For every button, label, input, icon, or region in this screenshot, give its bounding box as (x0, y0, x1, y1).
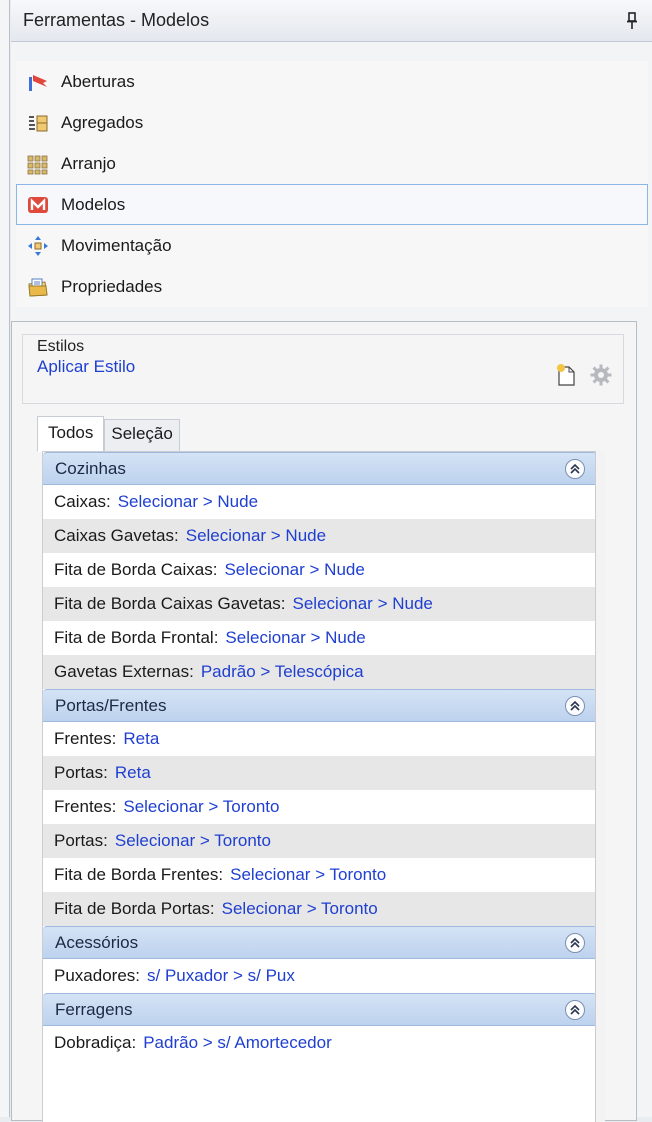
collapse-chevron-icon[interactable] (565, 695, 585, 716)
pin-icon[interactable] (624, 11, 640, 31)
collapse-chevron-icon[interactable] (565, 999, 585, 1020)
property-value-link[interactable]: Selecionar > Toronto (123, 797, 279, 817)
property-value-link[interactable]: Selecionar > Toronto (115, 831, 271, 851)
group-title: Portas/Frentes (55, 695, 167, 715)
movimentacao-icon (27, 235, 49, 257)
property-value-link[interactable]: Selecionar > Nude (225, 628, 365, 648)
group-acessorios: Acessórios Puxadores: s/ Puxador > s/ Pux (43, 926, 595, 993)
property-row: Gavetas Externas: Padrão > Telescópica (43, 655, 595, 689)
estilos-toolbar (555, 363, 613, 392)
tool-nav-list: Aberturas Agregados Arranjo Modelos Movi… (11, 61, 652, 307)
panel-titlebar: Ferramentas - Modelos (11, 0, 652, 42)
property-value-link[interactable]: Selecionar > Nude (186, 526, 326, 546)
nav-label: Arranjo (61, 153, 116, 173)
collapse-chevron-icon[interactable] (565, 458, 585, 479)
property-value-link[interactable]: Reta (123, 729, 159, 749)
property-row: Puxadores: s/ Puxador > s/ Pux (43, 959, 595, 993)
content-pane: Estilos Aplicar Estilo Todos Seleção Coz… (11, 321, 637, 1122)
property-row: Fita de Borda Frentes: Selecionar > Toron… (43, 858, 595, 892)
left-dock-strip (0, 0, 10, 1117)
nav-label: Aberturas (61, 71, 135, 91)
gear-icon[interactable] (589, 363, 613, 392)
modelos-icon (27, 194, 49, 216)
property-row: Dobradiça: Padrão > s/ Amortecedor (43, 1026, 595, 1060)
property-value-link[interactable]: Reta (115, 763, 151, 783)
property-row: Caixas: Selecionar > Nude (43, 485, 595, 519)
property-value-link[interactable]: Padrão > Telescópica (201, 662, 364, 682)
property-row: Fita de Borda Caixas Gavetas: Selecionar … (43, 587, 595, 621)
nav-label: Modelos (61, 194, 126, 214)
group-title: Acessórios (55, 932, 139, 952)
property-key: Fita de Borda Caixas: (54, 560, 218, 579)
group-cozinhas: Cozinhas Caixas: Selecionar > Nude Caixas… (43, 452, 595, 689)
collapse-chevron-icon[interactable] (565, 932, 585, 953)
property-row: Fita de Borda Frontal: Selecionar > Nude (43, 621, 595, 655)
property-row: Fita de Borda Caixas: Selecionar > Nude (43, 553, 595, 587)
property-row: Frentes: Selecionar > Toronto (43, 790, 595, 824)
nav-item-propriedades[interactable]: Propriedades (16, 266, 648, 307)
group-ferragens: Ferragens Dobradiça: Padrão > s/ Amortece… (43, 993, 595, 1060)
tab-selecao[interactable]: Seleção (104, 419, 180, 452)
property-key: Dobradiça: (54, 1033, 137, 1052)
nav-label: Propriedades (61, 276, 163, 296)
property-key: Caixas Gavetas: (54, 526, 179, 545)
group-title: Ferragens (55, 999, 133, 1019)
aberturas-icon (27, 71, 49, 93)
agregados-icon (27, 112, 49, 134)
group-portas-frentes: Portas/Frentes Frentes: Reta Portas: Reta … (43, 689, 595, 926)
tab-strip: Todos Seleção (37, 416, 180, 452)
nav-item-arranjo[interactable]: Arranjo (16, 143, 648, 184)
property-row: Frentes: Reta (43, 722, 595, 756)
property-value-link[interactable]: Selecionar > Nude (224, 560, 364, 580)
aplicar-estilo-link[interactable]: Aplicar Estilo (37, 357, 135, 377)
group-header[interactable]: Ferragens (43, 993, 595, 1026)
property-row: Portas: Selecionar > Toronto (43, 824, 595, 858)
property-row: Fita de Borda Portas: Selecionar > Toront… (43, 892, 595, 926)
property-row: Caixas Gavetas: Selecionar > Nude (43, 519, 595, 553)
todos-tab-pane: Cozinhas Caixas: Selecionar > Nude Caixas… (42, 451, 596, 1122)
property-key: Portas: (54, 763, 108, 782)
nav-item-aberturas[interactable]: Aberturas (16, 61, 648, 102)
nav-item-movimentacao[interactable]: Movimentação (16, 225, 648, 266)
new-document-icon[interactable] (555, 363, 577, 392)
property-key: Portas: (54, 831, 108, 850)
property-key: Frentes: (54, 797, 117, 816)
property-value-link[interactable]: s/ Puxador > s/ Pux (147, 966, 295, 986)
property-value-link[interactable]: Selecionar > Toronto (230, 865, 386, 885)
nav-item-modelos[interactable]: Modelos (16, 184, 648, 225)
propriedades-icon (27, 276, 49, 298)
property-row: Portas: Reta (43, 756, 595, 790)
property-key: Fita de Borda Caixas Gavetas: (54, 594, 286, 613)
nav-item-agregados[interactable]: Agregados (16, 102, 648, 143)
nav-label: Agregados (61, 112, 144, 132)
group-header[interactable]: Acessórios (43, 926, 595, 959)
property-key: Fita de Borda Frontal: (54, 628, 219, 647)
group-header[interactable]: Cozinhas (43, 452, 595, 485)
property-value-link[interactable]: Selecionar > Nude (118, 492, 258, 512)
tab-todos[interactable]: Todos (37, 416, 105, 452)
group-title: Cozinhas (55, 458, 126, 478)
estilos-header: Estilos (37, 338, 85, 355)
property-value-link[interactable]: Selecionar > Nude (293, 594, 433, 614)
nav-label: Movimentação (61, 235, 172, 255)
property-key: Puxadores: (54, 966, 140, 985)
panel-title: Ferramentas - Modelos (23, 10, 210, 30)
property-key: Fita de Borda Frentes: (54, 865, 224, 884)
property-value-link[interactable]: Padrão > s/ Amortecedor (143, 1033, 332, 1053)
property-key: Gavetas Externas: (54, 662, 194, 681)
estilos-box: Estilos Aplicar Estilo (22, 334, 624, 404)
property-value-link[interactable]: Selecionar > Toronto (222, 899, 378, 919)
arranjo-icon (27, 153, 49, 175)
property-key: Caixas: (54, 492, 111, 511)
property-key: Fita de Borda Portas: (54, 899, 215, 918)
group-header[interactable]: Portas/Frentes (43, 689, 595, 722)
property-key: Frentes: (54, 729, 117, 748)
